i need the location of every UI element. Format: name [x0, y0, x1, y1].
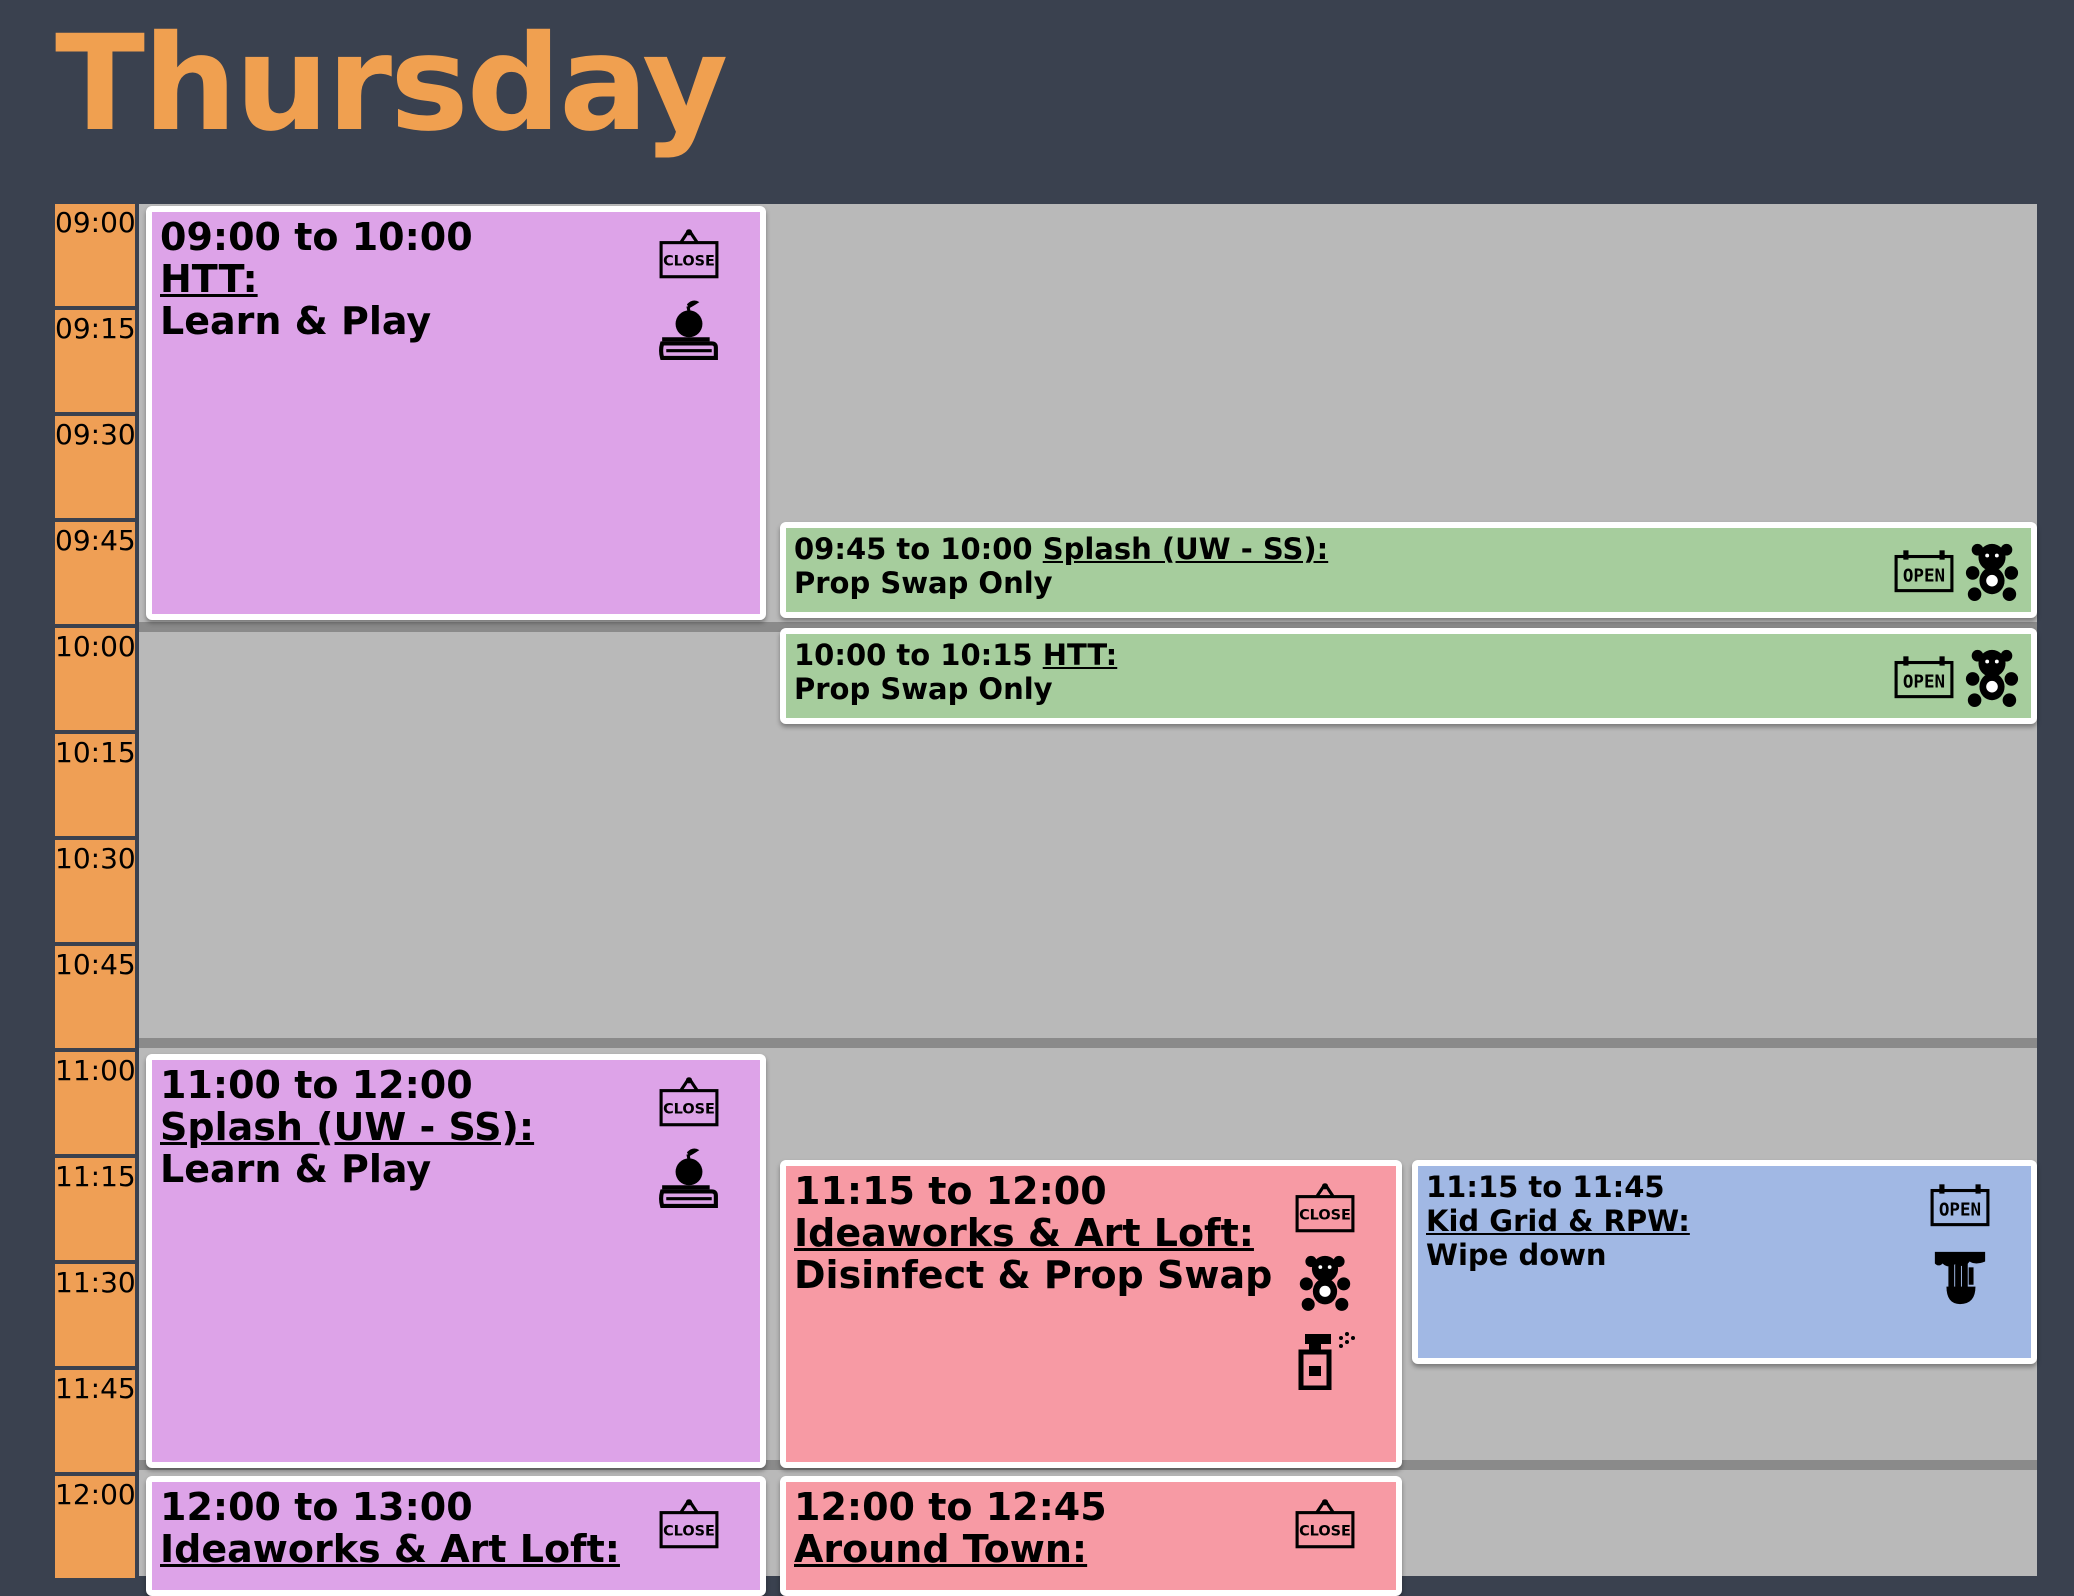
close-sign-icon [658, 1076, 720, 1128]
event-time: 09:00 to 10:00 [160, 215, 473, 259]
apple-book-icon [658, 1146, 720, 1208]
event-location-link[interactable]: Around Town: [794, 1528, 1107, 1570]
hour-separator [139, 1038, 2037, 1048]
event-activity: Prop Swap Only [794, 672, 1053, 706]
open-sign-icon [1893, 654, 1955, 700]
time-slot: 09:45 [55, 522, 136, 624]
time-slot: 09:15 [55, 310, 136, 412]
open-sign-icon [1929, 1182, 1991, 1228]
event-location-link[interactable]: Ideaworks & Art Loft: [794, 1212, 1272, 1254]
event-time: 12:00 to 12:45 [794, 1485, 1107, 1529]
teddy-bear-icon [1963, 646, 2021, 708]
event-activity: Disinfect & Prop Swap [794, 1253, 1273, 1297]
event-time: 12:00 to 13:00 [160, 1485, 473, 1529]
time-slot: 11:30 [55, 1264, 136, 1366]
event-time: 11:00 to 12:00 [160, 1063, 473, 1107]
close-sign-icon [1294, 1182, 1356, 1234]
open-sign-icon [1893, 548, 1955, 594]
time-slot: 10:15 [55, 734, 136, 836]
event-location-link[interactable]: Ideaworks & Art Loft: [160, 1528, 620, 1570]
wipe-hand-icon [1931, 1246, 1989, 1308]
close-sign-icon [658, 1498, 720, 1550]
schedule-grid: 09:00 09:15 09:30 09:45 10:00 10:15 10:3… [55, 204, 2037, 1596]
time-slot: 11:45 [55, 1370, 136, 1472]
event-card[interactable]: 09:45 to 10:00 Splash (UW - SS): Prop Sw… [780, 522, 2037, 618]
teddy-bear-icon [1963, 540, 2021, 602]
time-slot: 12:00 [55, 1476, 136, 1578]
event-card[interactable]: 09:00 to 10:00 HTT: Learn & Play [146, 206, 766, 620]
time-slot: 11:15 [55, 1158, 136, 1260]
event-time: 11:15 to 12:00 [794, 1169, 1107, 1213]
event-card[interactable]: 12:00 to 13:00 Ideaworks & Art Loft: [146, 1476, 766, 1596]
event-location-link[interactable]: HTT: [1043, 638, 1118, 672]
event-time: 11:15 to 11:45 [1426, 1170, 1665, 1204]
event-card[interactable]: 11:00 to 12:00 Splash (UW - SS): Learn &… [146, 1054, 766, 1468]
event-card[interactable]: 11:15 to 12:00 Ideaworks & Art Loft: Dis… [780, 1160, 1402, 1468]
event-activity: Learn & Play [160, 1147, 432, 1191]
time-slot: 10:45 [55, 946, 136, 1048]
event-time: 10:00 to 10:15 [794, 638, 1033, 672]
time-slot: 10:30 [55, 840, 136, 942]
apple-book-icon [658, 298, 720, 360]
teddy-bear-icon [1297, 1252, 1353, 1312]
time-slot: 11:00 [55, 1052, 136, 1154]
event-location-link[interactable]: HTT: [160, 258, 473, 300]
event-card[interactable]: 11:15 to 11:45 Kid Grid & RPW: Wipe down [1412, 1160, 2037, 1364]
event-activity: Learn & Play [160, 299, 432, 343]
page-title: Thursday [55, 7, 728, 161]
event-card[interactable]: 12:00 to 12:45 Around Town: [780, 1476, 1402, 1596]
close-sign-icon [1294, 1498, 1356, 1550]
time-slot: 09:30 [55, 416, 136, 518]
event-activity: Prop Swap Only [794, 566, 1053, 600]
spray-bottle-icon [1295, 1330, 1355, 1390]
time-slot: 09:00 [55, 204, 136, 306]
event-time: 09:45 to 10:00 [794, 532, 1033, 566]
event-card[interactable]: 10:00 to 10:15 HTT: Prop Swap Only [780, 628, 2037, 724]
time-slot: 10:00 [55, 628, 136, 730]
event-location-link[interactable]: Splash (UW - SS): [1043, 532, 1329, 566]
event-location-link[interactable]: Kid Grid & RPW: [1426, 1204, 1690, 1238]
close-sign-icon [658, 228, 720, 280]
event-activity: Wipe down [1426, 1238, 1607, 1272]
event-location-link[interactable]: Splash (UW - SS): [160, 1106, 534, 1148]
